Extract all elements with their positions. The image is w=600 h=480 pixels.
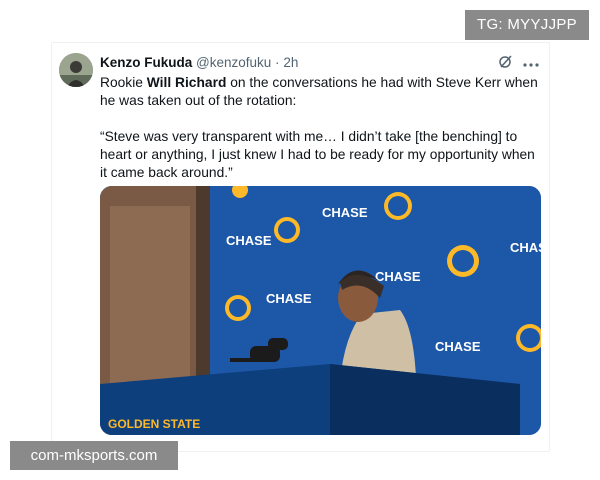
tweet-header: Kenzo Fukuda @kenzofuku · 2h (100, 55, 539, 75)
separator-dot: · (275, 55, 280, 70)
intro-prefix: Rookie (100, 75, 147, 90)
tweet-card[interactable]: Kenzo Fukuda @kenzofuku · 2h Rookie Will… (51, 42, 550, 452)
grok-icon[interactable] (498, 54, 513, 73)
more-options-icon[interactable] (523, 56, 539, 72)
chase-logo-4: CHASE (266, 291, 312, 306)
author-name[interactable]: Kenzo Fukuda (100, 55, 192, 70)
tweet-quote: “Steve was very transparent with me… I d… (100, 129, 535, 180)
author-handle[interactable]: @kenzofuku (196, 55, 271, 70)
avatar[interactable] (59, 53, 93, 87)
chase-logo-1: CHASE (322, 205, 368, 220)
chase-logo-2: CHASE (226, 233, 272, 248)
chase-logo-5: CHASE (435, 339, 481, 354)
chase-logo-3: CHASE (375, 269, 421, 284)
player-name: Will Richard (146, 75, 227, 90)
tweet-time[interactable]: 2h (283, 55, 298, 70)
tweet-media-image[interactable]: CHASE CHASE CHASE CHASE CHASE CHASE (100, 186, 541, 435)
watermark-top: TG: MYYJJPP (465, 10, 589, 40)
tweet-text: Rookie Will Richard on the conversations… (100, 74, 540, 182)
podium-text: GOLDEN STATE (108, 417, 200, 431)
tweet-intro: Rookie Will Richard on the conversations… (100, 74, 540, 110)
watermark-bottom: com-mksports.com (10, 441, 178, 470)
chase-logo-6: CHASE (510, 240, 541, 255)
